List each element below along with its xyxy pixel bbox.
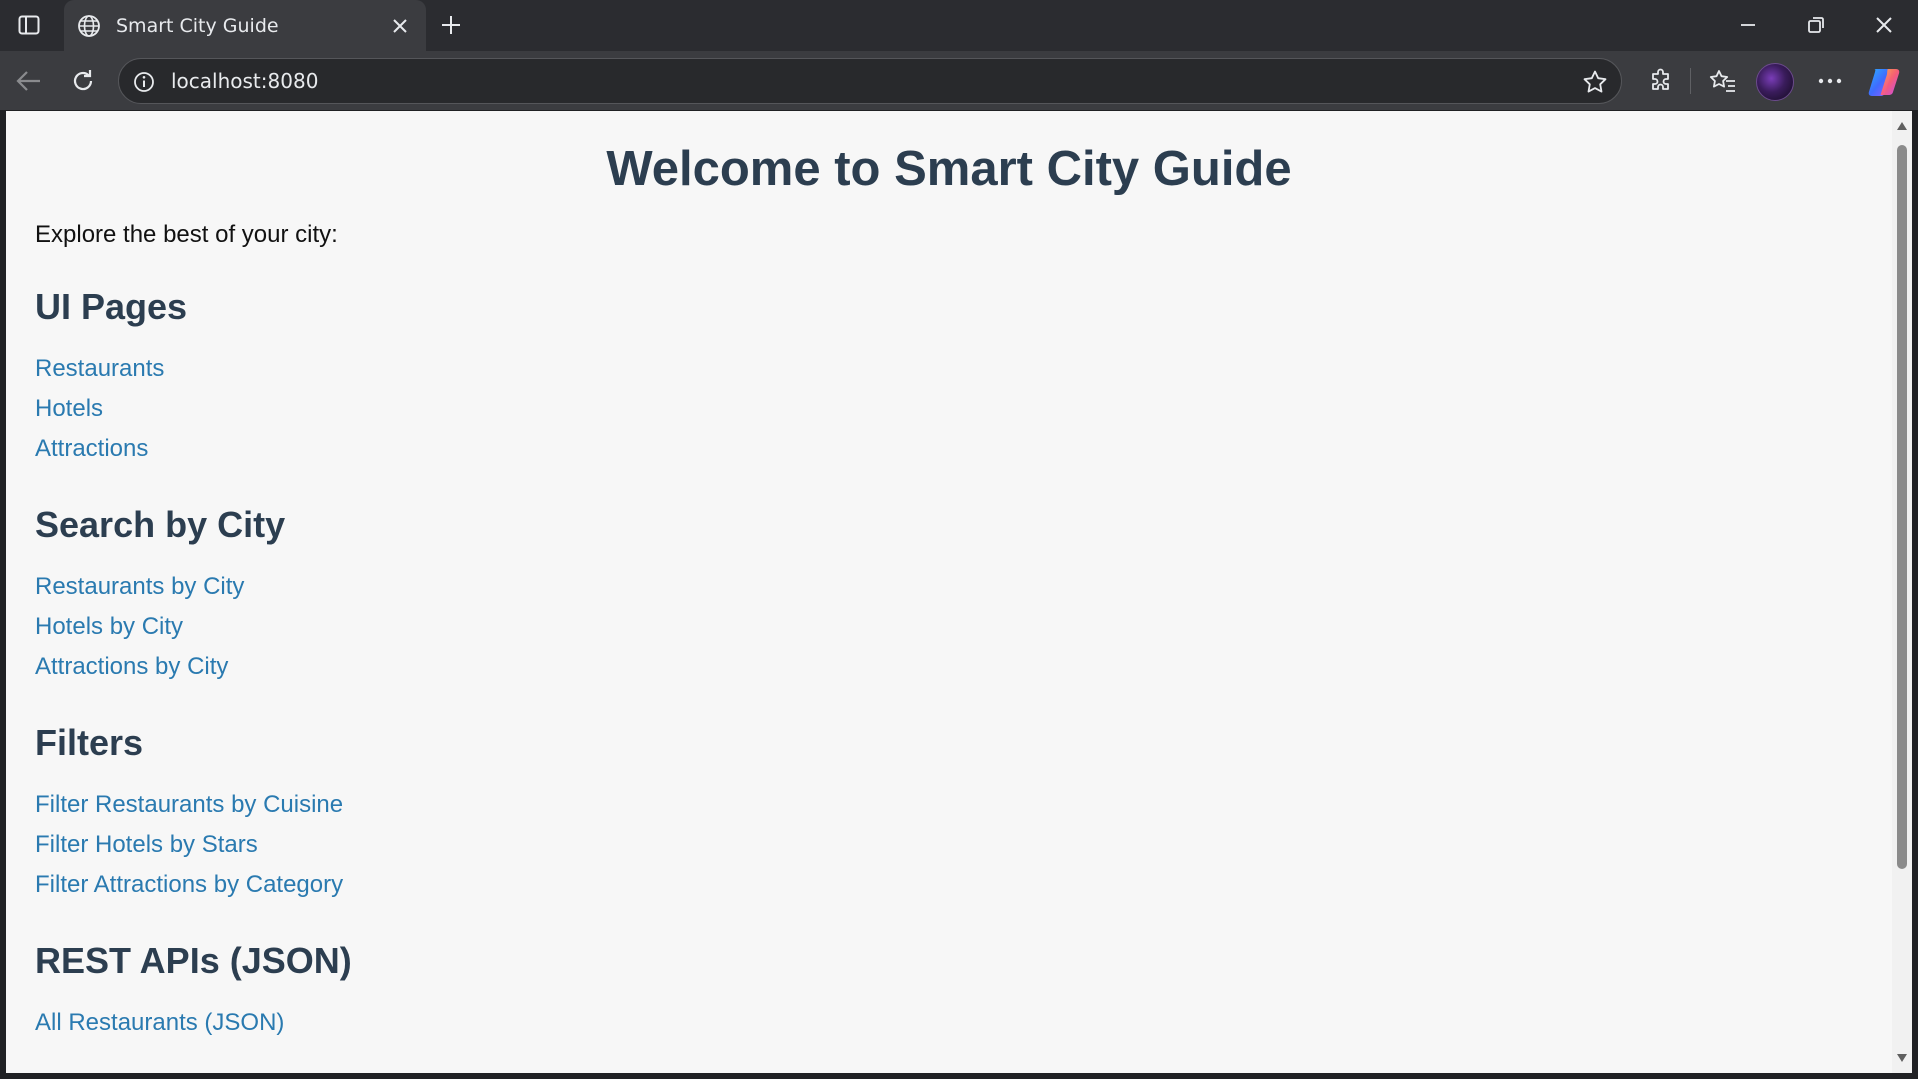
extensions-icon[interactable] xyxy=(1642,62,1680,100)
new-tab-icon[interactable] xyxy=(436,10,466,40)
profile-avatar[interactable] xyxy=(1756,63,1794,101)
browser-toolbar: localhost:8080 xyxy=(0,51,1918,110)
page-title: Welcome to Smart City Guide xyxy=(606,142,1292,196)
link-hotels[interactable]: Hotels xyxy=(35,389,1863,429)
restore-icon[interactable] xyxy=(1794,8,1838,42)
favorites-icon[interactable] xyxy=(1704,62,1742,100)
filters-links: Filter Restaurants by Cuisine Filter Hot… xyxy=(35,785,1863,905)
link-attractions[interactable]: Attractions xyxy=(35,429,1863,469)
section-heading-search-by-city: Search by City xyxy=(35,504,286,545)
scroll-up-arrow-icon[interactable] xyxy=(1895,119,1909,133)
search-by-city-links: Restaurants by City Hotels by City Attra… xyxy=(35,567,1863,687)
tab-strip: Smart City Guide xyxy=(0,0,1918,51)
url-text[interactable]: localhost:8080 xyxy=(171,59,318,105)
link-hotels-by-city[interactable]: Hotels by City xyxy=(35,607,1863,647)
link-restaurants[interactable]: Restaurants xyxy=(35,349,1863,389)
favorite-star-icon[interactable] xyxy=(1581,68,1609,96)
address-bar[interactable]: localhost:8080 xyxy=(118,58,1622,104)
tab-title: Smart City Guide xyxy=(116,14,279,37)
sidebar-toggle-icon[interactable] xyxy=(12,10,46,40)
scrollbar-thumb[interactable] xyxy=(1897,145,1907,869)
section-heading-filters: Filters xyxy=(35,722,144,763)
reload-icon[interactable] xyxy=(64,62,102,100)
link-filter-attractions-by-category[interactable]: Filter Attractions by Category xyxy=(35,865,1863,905)
link-attractions-by-city[interactable]: Attractions by City xyxy=(35,647,1863,687)
close-window-icon[interactable] xyxy=(1862,8,1906,42)
site-info-icon[interactable] xyxy=(131,69,157,95)
toolbar-divider xyxy=(1690,68,1691,94)
globe-icon xyxy=(76,13,102,39)
close-tab-icon[interactable] xyxy=(388,14,412,38)
active-tab[interactable]: Smart City Guide xyxy=(64,0,426,51)
page-content: Welcome to Smart City Guide Explore the … xyxy=(6,139,1892,1043)
rest-api-links: All Restaurants (JSON) xyxy=(35,1003,1863,1043)
ui-pages-links: Restaurants Hotels Attractions xyxy=(35,349,1863,469)
link-filter-hotels-by-stars[interactable]: Filter Hotels by Stars xyxy=(35,825,1863,865)
minimize-icon[interactable] xyxy=(1726,8,1770,42)
intro-text: Explore the best of your city: xyxy=(35,221,338,248)
link-filter-restaurants-by-cuisine[interactable]: Filter Restaurants by Cuisine xyxy=(35,785,1863,825)
link-all-restaurants-json[interactable]: All Restaurants (JSON) xyxy=(35,1003,1863,1043)
section-heading-ui-pages: UI Pages xyxy=(35,286,188,327)
copilot-icon[interactable] xyxy=(1866,63,1904,101)
page-viewport: Welcome to Smart City Guide Explore the … xyxy=(6,111,1892,1073)
link-restaurants-by-city[interactable]: Restaurants by City xyxy=(35,567,1863,607)
vertical-scrollbar[interactable] xyxy=(1892,111,1912,1073)
back-arrow-icon[interactable] xyxy=(10,62,48,100)
more-options-icon[interactable] xyxy=(1811,62,1849,100)
scroll-down-arrow-icon[interactable] xyxy=(1895,1051,1909,1065)
section-heading-rest-apis: REST APIs (JSON) xyxy=(35,940,352,981)
